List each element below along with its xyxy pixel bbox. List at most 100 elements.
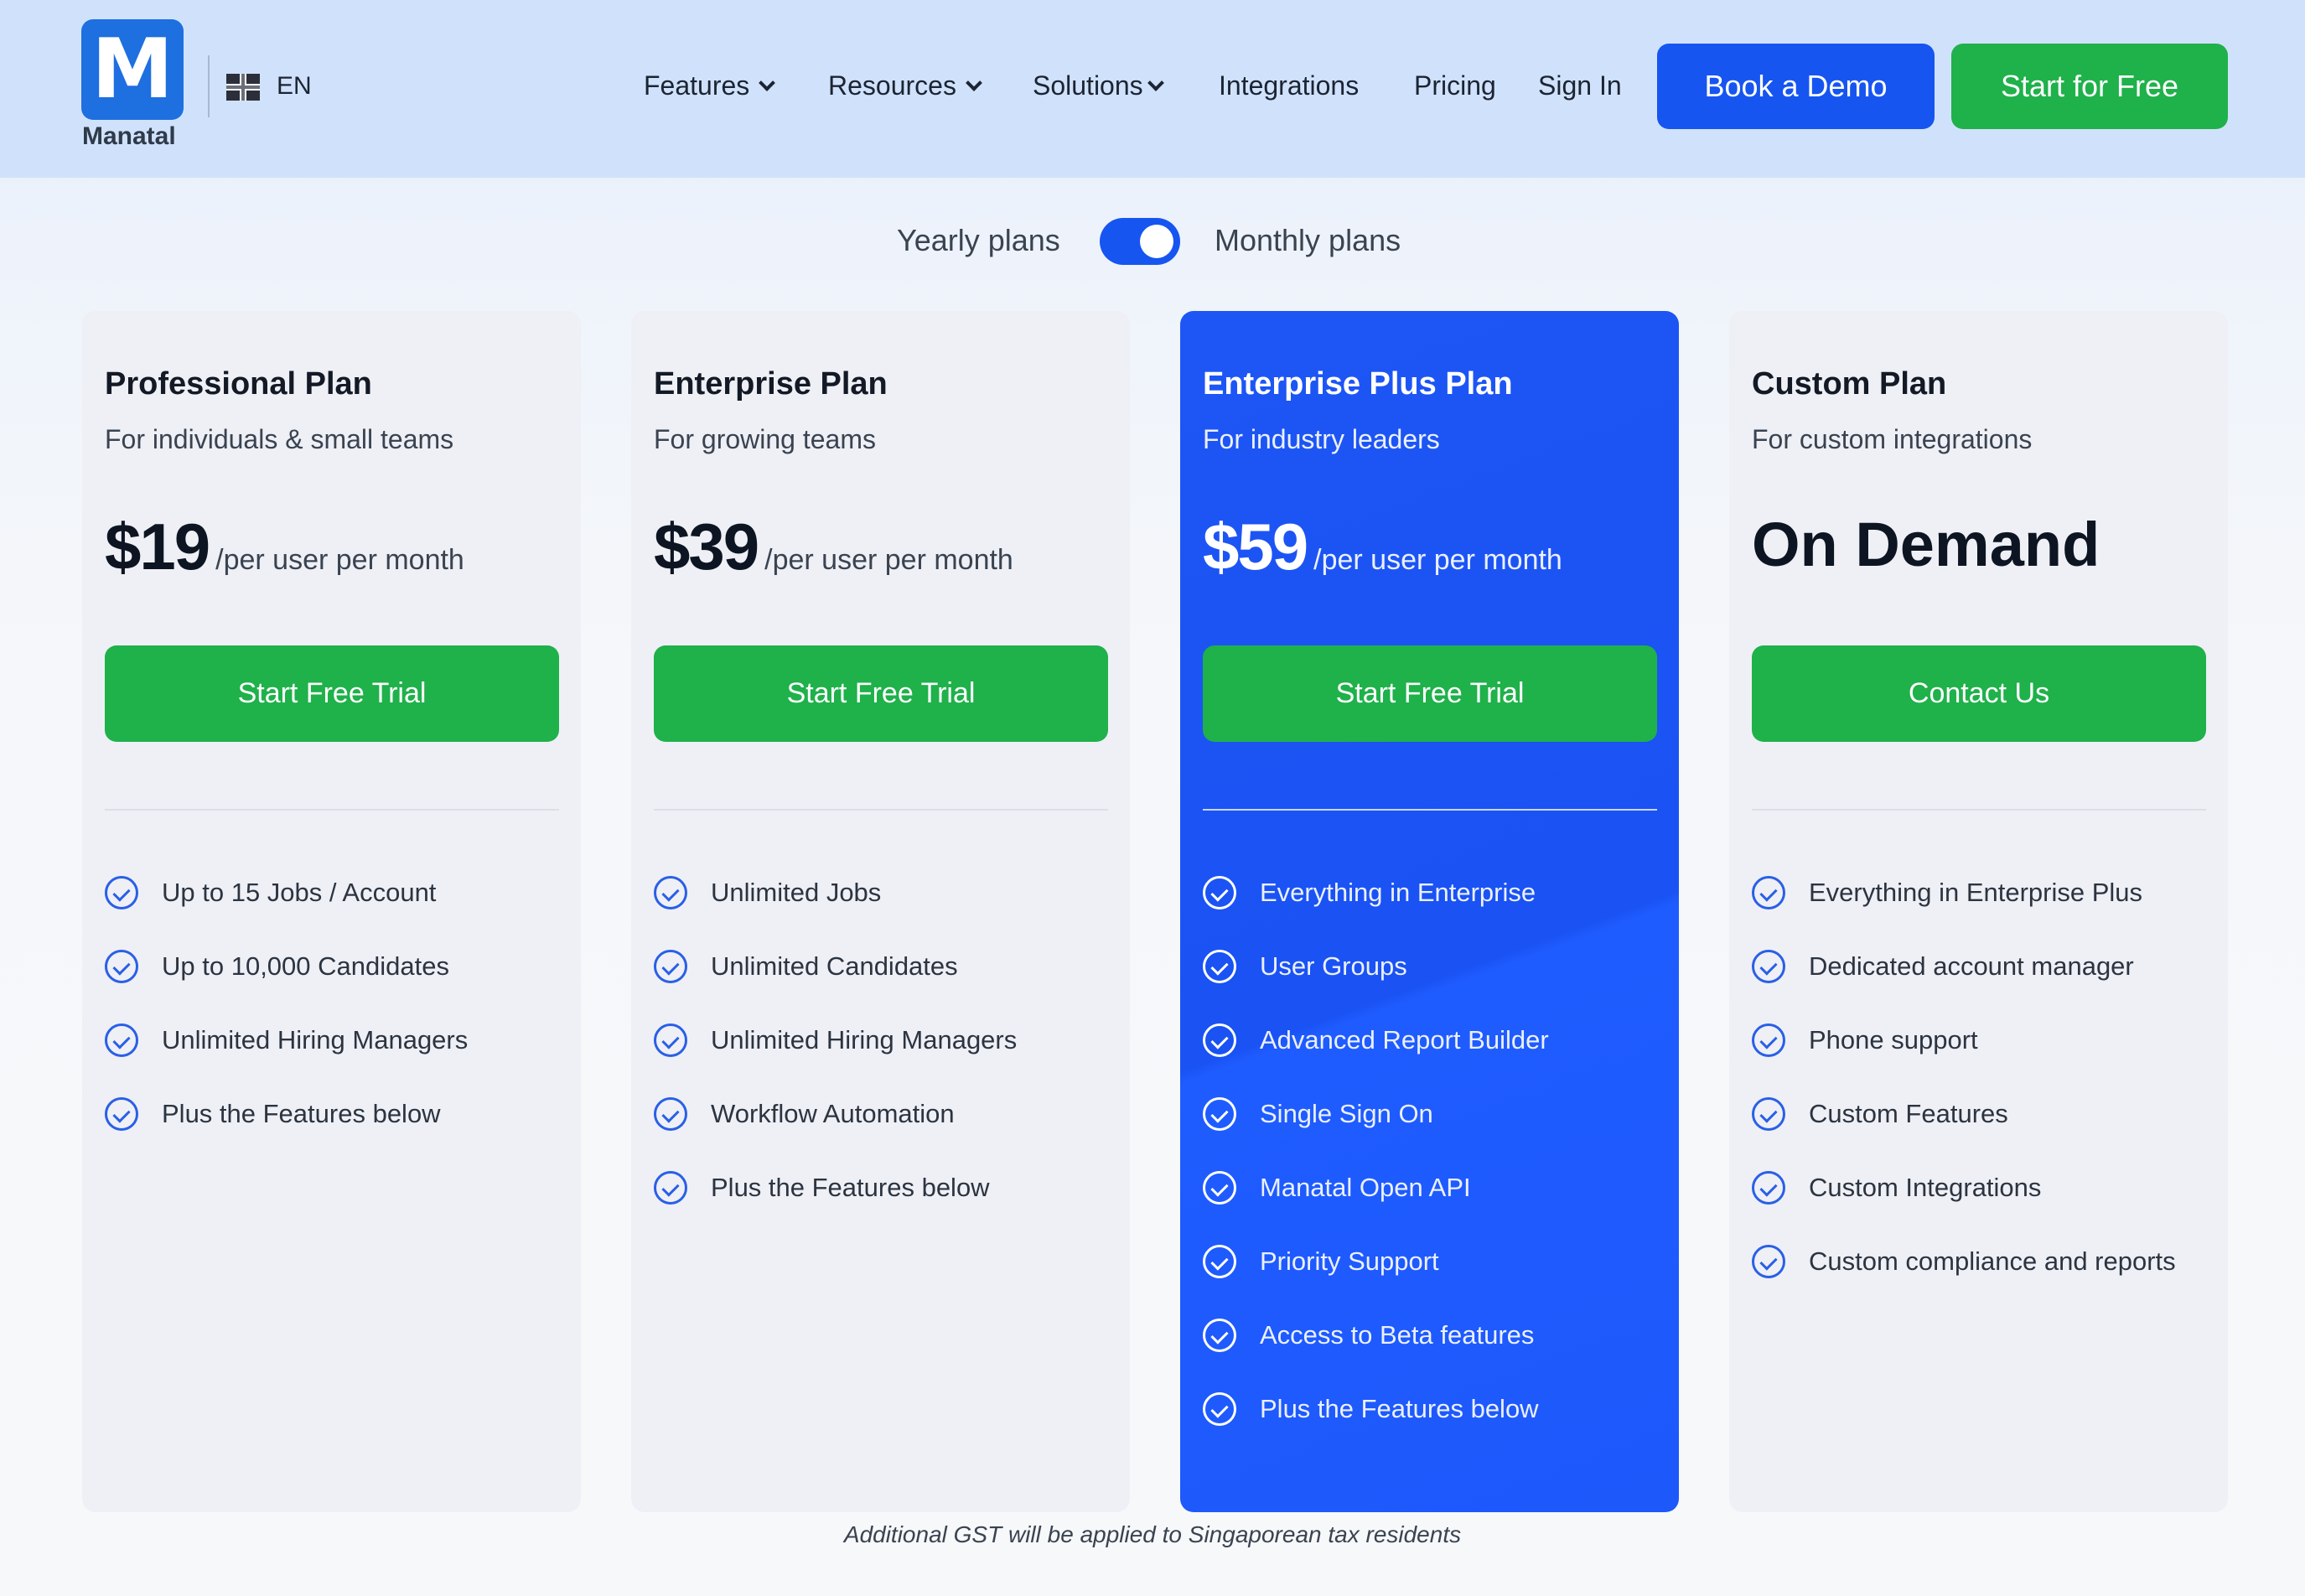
feature-text: User Groups	[1260, 951, 1407, 981]
start-for-free-button[interactable]: Start for Free	[1951, 44, 2228, 129]
feature-item: Dedicated account manager	[1752, 950, 2176, 1023]
feature-text: Everything in Enterprise Plus	[1809, 878, 2143, 907]
feature-item: Advanced Report Builder	[1203, 1023, 1549, 1097]
feature-text: Custom Integrations	[1809, 1173, 2042, 1202]
nav-label: Features	[644, 70, 750, 101]
plan-card-custom: Custom Plan For custom integrations On D…	[1729, 311, 2228, 1512]
nav-features[interactable]: Features	[644, 70, 776, 101]
start-free-trial-button[interactable]: Start Free Trial	[105, 645, 559, 742]
check-circle-icon	[1203, 950, 1236, 983]
billing-toggle[interactable]	[1100, 218, 1180, 265]
contact-us-button[interactable]: Contact Us	[1752, 645, 2206, 742]
feature-text: Access to Beta features	[1260, 1320, 1535, 1350]
plan-card-enterprise-plus: Enterprise Plus Plan For industry leader…	[1180, 311, 1679, 1512]
feature-item: Unlimited Hiring Managers	[654, 1023, 1017, 1097]
price-row: $59 /per user per month	[1203, 509, 1562, 585]
site-header: M Manatal EN Features Resources Solution…	[0, 0, 2305, 178]
feature-text: Up to 15 Jobs / Account	[162, 878, 437, 907]
plan-title: Custom Plan	[1752, 366, 1947, 402]
feature-item: Priority Support	[1203, 1245, 1549, 1319]
plan-price: $39	[654, 510, 759, 583]
feature-item: Unlimited Jobs	[654, 876, 1017, 950]
logo-letter: M	[91, 22, 174, 117]
start-free-trial-button[interactable]: Start Free Trial	[1203, 645, 1657, 742]
plan-subtitle: For industry leaders	[1203, 424, 1440, 454]
feature-text: Workflow Automation	[711, 1099, 955, 1128]
feature-item: Custom compliance and reports	[1752, 1245, 2176, 1319]
check-circle-icon	[1752, 950, 1785, 983]
nav-label: Pricing	[1414, 70, 1496, 101]
feature-text: Unlimited Hiring Managers	[162, 1025, 469, 1054]
nav-integrations[interactable]: Integrations	[1219, 70, 1359, 101]
feature-item: Unlimited Candidates	[654, 950, 1017, 1023]
check-circle-icon	[654, 1097, 687, 1131]
feature-text: Dedicated account manager	[1809, 951, 2134, 981]
nav-pricing[interactable]: Pricing	[1414, 70, 1496, 101]
price-unit: /per user per month	[1313, 544, 1562, 576]
feature-item: User Groups	[1203, 950, 1549, 1023]
chevron-down-icon	[1147, 74, 1164, 91]
check-circle-icon	[1203, 1392, 1236, 1426]
nav-label: Solutions	[1033, 70, 1143, 101]
header-divider	[208, 55, 210, 117]
check-circle-icon	[105, 876, 138, 909]
plan-price: $19	[105, 510, 210, 583]
plan-subtitle: For individuals & small teams	[105, 424, 454, 454]
check-circle-icon	[1203, 1319, 1236, 1352]
check-circle-icon	[654, 1171, 687, 1205]
plan-card-enterprise: Enterprise Plan For growing teams $39 /p…	[631, 311, 1130, 1512]
chevron-down-icon	[759, 74, 776, 91]
manatal-logo[interactable]: M	[81, 19, 184, 120]
plan-title: Professional Plan	[105, 366, 372, 402]
check-circle-icon	[1203, 1097, 1236, 1131]
check-circle-icon	[654, 950, 687, 983]
card-divider	[105, 809, 559, 811]
uk-flag-icon[interactable]	[226, 74, 260, 101]
check-circle-icon	[1752, 1023, 1785, 1057]
check-circle-icon	[1752, 1097, 1785, 1131]
check-circle-icon	[1752, 1171, 1785, 1205]
price-row: $39 /per user per month	[654, 509, 1013, 585]
card-divider	[1203, 809, 1657, 811]
card-divider	[1752, 809, 2206, 811]
card-divider	[654, 809, 1108, 811]
feature-text: Up to 10,000 Candidates	[162, 951, 449, 981]
nav-label: Resources	[828, 70, 956, 101]
feature-list: Everything in Enterprise Plus Dedicated …	[1752, 876, 2176, 1319]
plan-card-professional: Professional Plan For individuals & smal…	[82, 311, 581, 1512]
feature-item: Up to 10,000 Candidates	[105, 950, 468, 1023]
toggle-knob	[1140, 225, 1173, 258]
feature-item: Unlimited Hiring Managers	[105, 1023, 468, 1097]
check-circle-icon	[1203, 1023, 1236, 1057]
feature-item: Plus the Features below	[1203, 1392, 1549, 1466]
feature-text: Manatal Open API	[1260, 1173, 1471, 1202]
feature-text: Advanced Report Builder	[1260, 1025, 1549, 1054]
price-row: On Demand	[1752, 509, 2100, 580]
plan-price: On Demand	[1752, 510, 2100, 579]
nav-sign-in[interactable]: Sign In	[1538, 70, 1622, 101]
plan-subtitle: For custom integrations	[1752, 424, 2033, 454]
feature-text: Priority Support	[1260, 1246, 1439, 1276]
check-circle-icon	[1203, 1171, 1236, 1205]
nav-solutions[interactable]: Solutions	[1033, 70, 1164, 101]
feature-text: Unlimited Jobs	[711, 878, 882, 907]
start-free-trial-button[interactable]: Start Free Trial	[654, 645, 1108, 742]
yearly-plans-label[interactable]: Yearly plans	[897, 223, 1060, 258]
language-selector[interactable]: EN	[277, 72, 312, 101]
feature-text: Plus the Features below	[711, 1173, 990, 1202]
feature-item: Manatal Open API	[1203, 1171, 1549, 1245]
nav-label: Sign In	[1538, 70, 1622, 101]
check-circle-icon	[105, 1097, 138, 1131]
check-circle-icon	[654, 876, 687, 909]
monthly-plans-label[interactable]: Monthly plans	[1215, 223, 1401, 258]
gst-footnote: Additional GST will be applied to Singap…	[843, 1521, 1462, 1547]
book-demo-button[interactable]: Book a Demo	[1657, 44, 1935, 129]
feature-text: Unlimited Candidates	[711, 951, 958, 981]
feature-text: Custom Features	[1809, 1099, 2008, 1128]
feature-list: Up to 15 Jobs / Account Up to 10,000 Can…	[105, 876, 468, 1171]
feature-text: Single Sign On	[1260, 1099, 1433, 1128]
plan-price: $59	[1203, 510, 1308, 583]
nav-resources[interactable]: Resources	[828, 70, 982, 101]
feature-text: Unlimited Hiring Managers	[711, 1025, 1018, 1054]
feature-item: Up to 15 Jobs / Account	[105, 876, 468, 950]
